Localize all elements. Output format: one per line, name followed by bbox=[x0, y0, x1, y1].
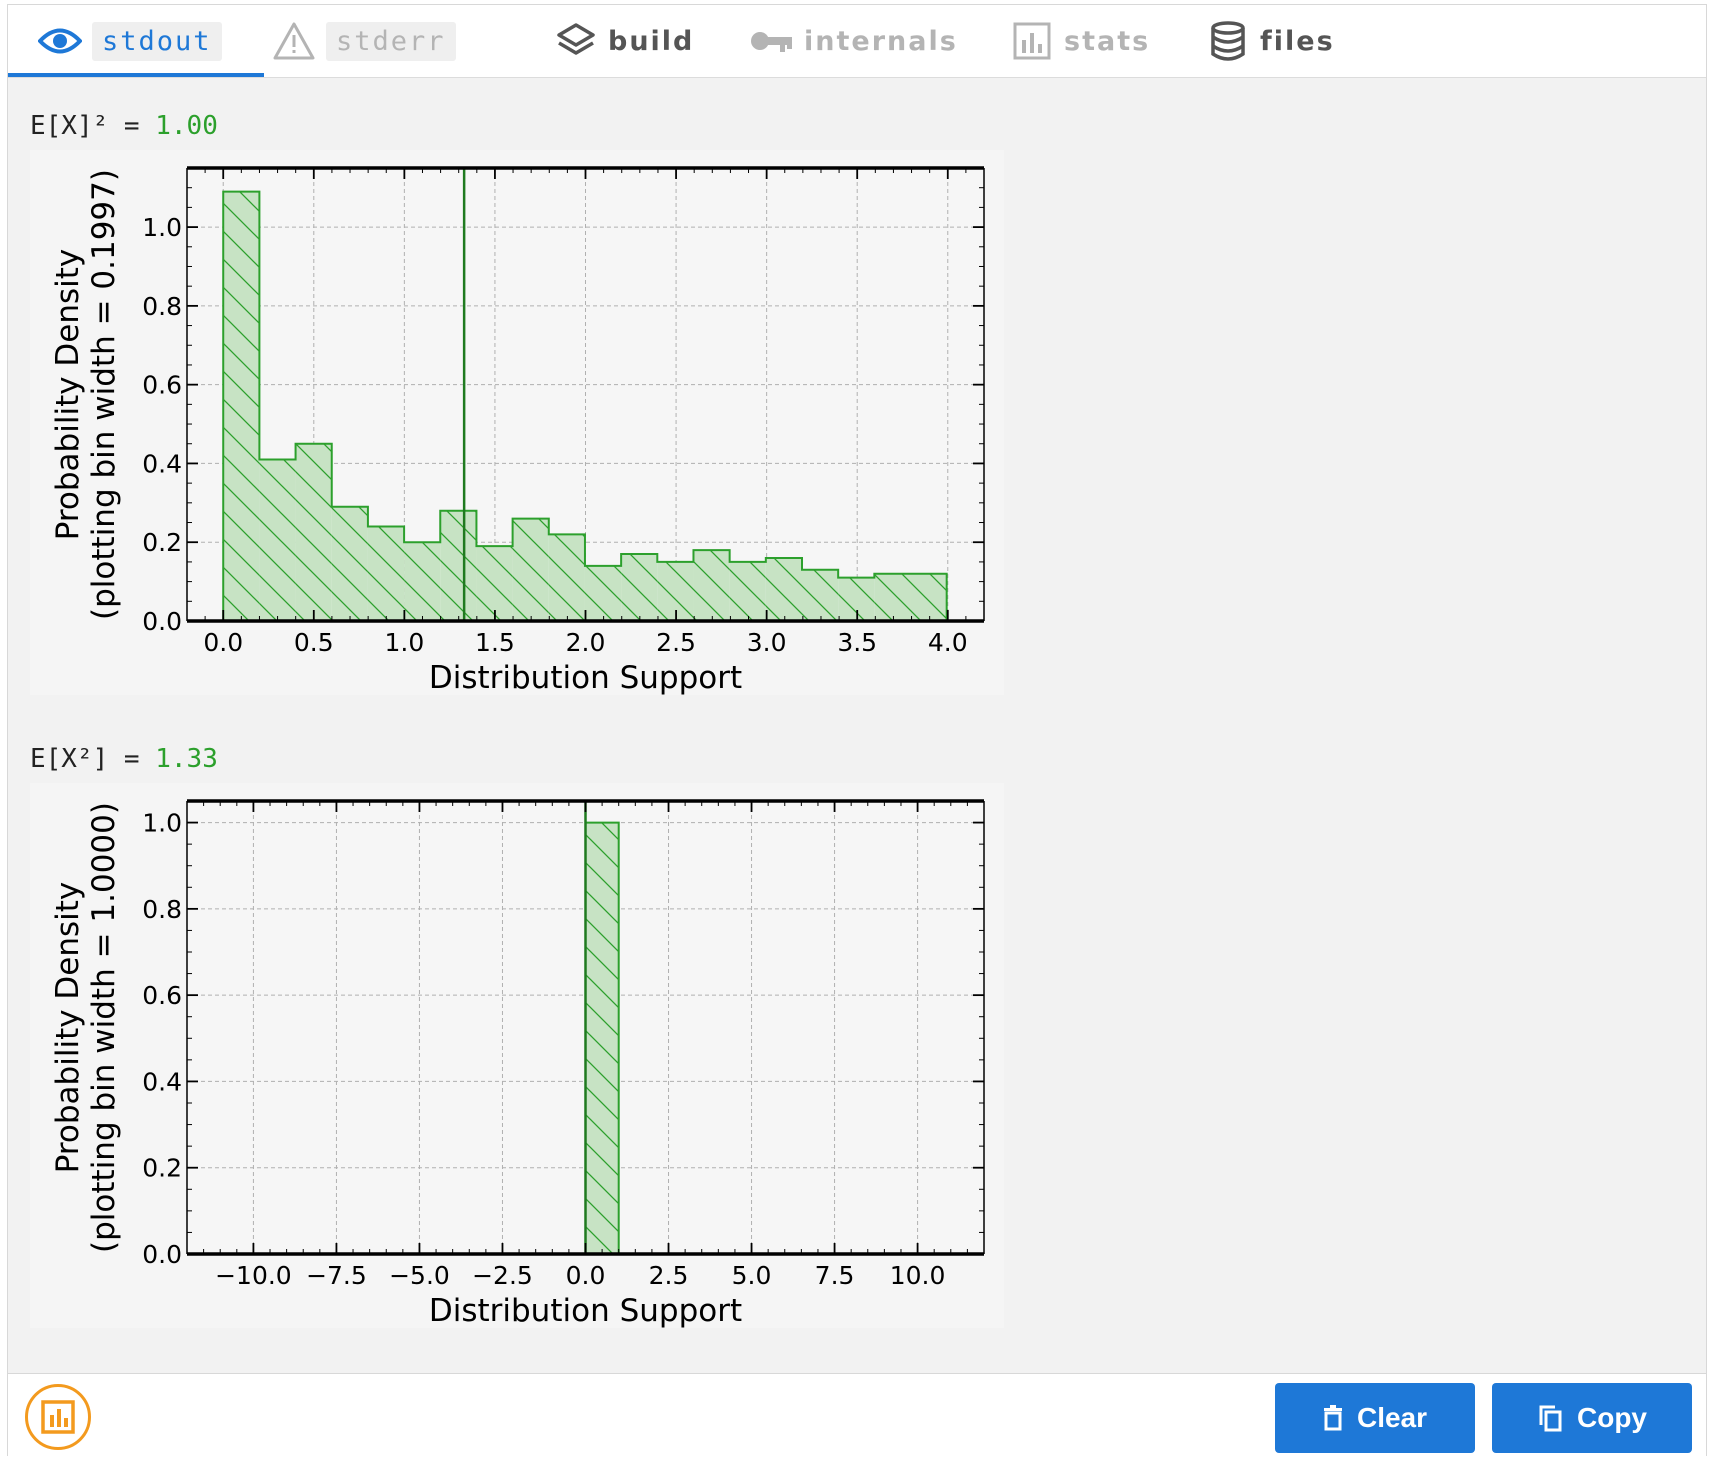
histogram-bar bbox=[729, 561, 766, 621]
y-axis-label-line: (plotting bin width = 0.1997) bbox=[86, 169, 122, 620]
output-panel: stdout stderr build internals stats file… bbox=[7, 4, 1707, 1456]
x-tick-label: −5.0 bbox=[389, 1261, 450, 1290]
x-axis-label: Distribution Support bbox=[429, 660, 742, 695]
histogram-bar bbox=[765, 557, 802, 621]
x-tick-label: 2.5 bbox=[656, 628, 696, 657]
y-tick-label: 0.8 bbox=[142, 292, 182, 321]
footer-toolbar: Clear Copy bbox=[8, 1373, 1706, 1456]
clear-label: Clear bbox=[1356, 1402, 1428, 1433]
expression-value: 1.00 bbox=[155, 111, 218, 141]
copy-label: Copy bbox=[1577, 1402, 1647, 1433]
tab-stderr[interactable]: stderr bbox=[272, 5, 456, 77]
histogram-bar bbox=[259, 459, 296, 621]
tab-stats[interactable]: stats bbox=[1010, 5, 1150, 77]
histogram-bar bbox=[910, 573, 947, 621]
bar-chart-icon bbox=[41, 1400, 75, 1434]
y-tick-label: 1.0 bbox=[142, 809, 182, 838]
x-tick-label: −10.0 bbox=[215, 1261, 292, 1290]
y-tick-label: 1.0 bbox=[142, 213, 182, 242]
histogram-bar bbox=[476, 546, 513, 621]
x-tick-label: 3.5 bbox=[837, 628, 877, 657]
tab-label: build bbox=[608, 25, 695, 57]
y-tick-label: 0.2 bbox=[142, 528, 182, 557]
x-tick-label: 0.0 bbox=[203, 628, 243, 657]
x-tick-label: −2.5 bbox=[472, 1261, 533, 1290]
active-tab-indicator bbox=[8, 73, 264, 77]
histogram-plot-1: 0.0 0.5 1.0 1.5 2.0 2.5 3.0 3.5 4.0 0.0 0.2 0.4 0.6 0… bbox=[30, 150, 1004, 695]
x-tick-label: 5.0 bbox=[732, 1261, 772, 1290]
expression-line: E[X]² = 1.00 bbox=[30, 111, 218, 141]
tab-label: files bbox=[1260, 25, 1335, 57]
expression-label: E[X²] = bbox=[30, 744, 156, 774]
tab-internals[interactable]: internals bbox=[750, 5, 958, 77]
y-axis-label-line: Probability Density bbox=[50, 882, 86, 1174]
histogram-bar bbox=[223, 191, 260, 622]
histogram-plot-2: −10.0 −7.5 −5.0 −2.5 0.0 2.5 5.0 7.5 10.0 0.0 0.2 0… bbox=[30, 783, 1004, 1328]
expression-label: E[X]² = bbox=[30, 111, 156, 141]
key-icon bbox=[750, 19, 794, 63]
histogram-bar bbox=[331, 506, 368, 621]
x-tick-label: −7.5 bbox=[306, 1261, 367, 1290]
stats-fab-button[interactable] bbox=[25, 1384, 91, 1450]
y-tick-label: 0.4 bbox=[142, 1067, 182, 1096]
y-tick-label: 0.2 bbox=[142, 1154, 182, 1183]
histogram-bar bbox=[838, 577, 875, 621]
bar-chart-icon bbox=[1010, 19, 1054, 63]
database-icon bbox=[1206, 19, 1250, 63]
stdout-output: E[X]² = 1.00 0.0 0.5 1.0 1.5 2.0 2.5 3.0 3.5 4.0… bbox=[8, 78, 1706, 1373]
trash-icon bbox=[1323, 1405, 1342, 1431]
tab-label: stdout bbox=[92, 21, 222, 61]
expression-value: 1.33 bbox=[155, 744, 218, 774]
layers-icon bbox=[554, 19, 598, 63]
tab-label: internals bbox=[804, 25, 958, 57]
histogram-bar bbox=[295, 443, 332, 621]
tab-label: stats bbox=[1064, 25, 1151, 57]
histogram-bar bbox=[404, 542, 441, 621]
x-tick-label: 1.5 bbox=[475, 628, 515, 657]
x-tick-label: 0.0 bbox=[566, 1261, 606, 1290]
y-tick-label: 0.8 bbox=[142, 895, 182, 924]
x-tick-label: 10.0 bbox=[890, 1261, 946, 1290]
copy-button[interactable]: Copy bbox=[1492, 1383, 1692, 1453]
x-tick-label: 7.5 bbox=[815, 1261, 855, 1290]
histogram-bar bbox=[440, 510, 477, 621]
warning-icon bbox=[272, 19, 316, 63]
histogram-bar bbox=[874, 573, 911, 621]
histogram-bar bbox=[512, 518, 549, 621]
histogram-bar bbox=[548, 534, 585, 621]
x-tick-label: 2.0 bbox=[566, 628, 606, 657]
histogram-bar bbox=[584, 565, 622, 621]
tab-files[interactable]: files bbox=[1206, 5, 1335, 77]
x-tick-label: 4.0 bbox=[928, 628, 968, 657]
expression-line: E[X²] = 1.33 bbox=[30, 744, 218, 774]
eye-icon bbox=[38, 19, 82, 63]
y-tick-label: 0.4 bbox=[142, 449, 182, 478]
histogram-bar bbox=[585, 822, 619, 1254]
y-tick-label: 0.0 bbox=[142, 1240, 182, 1269]
y-axis-label-line: (plotting bin width = 1.0000) bbox=[86, 802, 122, 1253]
histogram-bar bbox=[801, 569, 839, 621]
tab-build[interactable]: build bbox=[554, 5, 694, 77]
copy-icon bbox=[1539, 1405, 1562, 1432]
histogram-bar bbox=[621, 554, 658, 621]
y-tick-label: 0.6 bbox=[142, 981, 182, 1010]
tab-bar: stdout stderr build internals stats file… bbox=[8, 5, 1706, 78]
x-axis-label: Distribution Support bbox=[429, 1293, 742, 1328]
tab-stdout[interactable]: stdout bbox=[38, 5, 222, 77]
x-tick-label: 3.0 bbox=[747, 628, 787, 657]
x-tick-label: 0.5 bbox=[294, 628, 334, 657]
y-tick-label: 0.0 bbox=[142, 607, 182, 636]
histogram-bar bbox=[367, 526, 405, 621]
x-tick-label: 1.0 bbox=[384, 628, 424, 657]
tab-label: stderr bbox=[326, 21, 456, 61]
histogram-bar bbox=[693, 550, 730, 621]
y-axis-label-line: Probability Density bbox=[50, 249, 86, 541]
clear-button[interactable]: Clear bbox=[1275, 1383, 1475, 1453]
x-tick-label: 2.5 bbox=[649, 1261, 689, 1290]
y-tick-label: 0.6 bbox=[142, 371, 182, 400]
